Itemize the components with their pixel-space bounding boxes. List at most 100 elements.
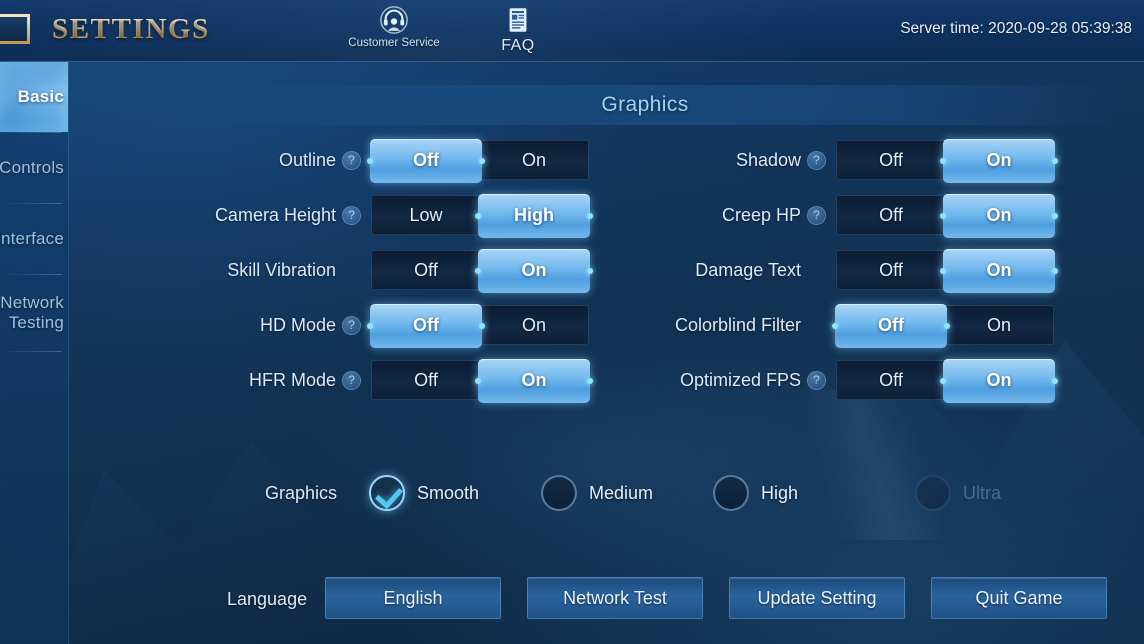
quality-option-label: Ultra xyxy=(963,482,1002,503)
sidebar-item-controls[interactable]: Controls xyxy=(0,133,68,203)
update-setting-button[interactable]: Update Setting xyxy=(729,577,905,619)
quality-option-label: Medium xyxy=(589,482,654,503)
toggle-option-off[interactable]: Off xyxy=(837,361,945,399)
toggle-option-on[interactable]: On xyxy=(480,141,588,179)
settings-content: Graphics Outline ? Off On Camera Height … xyxy=(69,62,1144,644)
customer-service-icon xyxy=(380,6,408,34)
back-button[interactable] xyxy=(0,14,30,44)
panel-title: Graphics xyxy=(601,93,689,116)
toggle-skill-vibration[interactable]: Off On xyxy=(371,249,593,293)
toggle-option-on[interactable]: On xyxy=(945,361,1053,399)
quality-option-label: High xyxy=(761,482,799,503)
toggle-optimized-fps[interactable]: Off On xyxy=(836,359,1058,403)
setting-row-outline: Outline ? Off On xyxy=(179,139,589,183)
top-header-bar: SETTINGS Customer Service FAQ Server tim… xyxy=(0,0,1144,62)
setting-row-skill-vibration: Skill Vibration Off On xyxy=(179,249,593,293)
radio-disabled-icon xyxy=(915,475,951,511)
toggle-option-low[interactable]: Low xyxy=(372,196,480,234)
server-time: Server time: 2020-09-28 05:39:38 xyxy=(900,20,1132,37)
quality-option-high[interactable]: High xyxy=(713,475,798,511)
toggle-camera-height[interactable]: Low High xyxy=(371,194,593,238)
toggle-option-on[interactable]: On xyxy=(945,141,1053,179)
sidebar-item-label: Network Testing xyxy=(0,293,64,332)
toggle-option-off[interactable]: Off xyxy=(837,251,945,289)
sidebar-item-interface[interactable]: Interface xyxy=(0,204,68,274)
customer-service-label: Customer Service xyxy=(348,37,440,49)
toggle-shadow[interactable]: Off On xyxy=(836,139,1058,183)
toggle-option-on[interactable]: On xyxy=(945,196,1053,234)
toggle-option-off[interactable]: Off xyxy=(372,251,480,289)
toggle-option-on[interactable]: On xyxy=(480,251,588,289)
toggle-option-off[interactable]: Off xyxy=(372,361,480,399)
toggle-option-on[interactable]: On xyxy=(945,251,1053,289)
faq-document-icon xyxy=(509,8,527,32)
faq-label: FAQ xyxy=(501,37,535,54)
graphics-quality-row: Graphics Smooth Medium High Ultra ? xyxy=(69,468,1144,518)
toggle-creep-hp[interactable]: Off On xyxy=(836,194,1058,238)
help-icon[interactable]: ? xyxy=(807,370,826,390)
toggle-option-on[interactable]: On xyxy=(945,306,1053,344)
language-label: Language xyxy=(227,589,308,609)
setting-label: Outline xyxy=(278,149,336,170)
setting-label: HFR Mode xyxy=(248,369,336,390)
settings-column-right: Shadow ? Off On Creep HP ? Off On Damage… xyxy=(634,139,1058,415)
settings-column-left: Outline ? Off On Camera Height ? Low Hig… xyxy=(179,139,593,415)
quality-option-smooth[interactable]: Smooth xyxy=(369,475,479,511)
toggle-option-off[interactable]: Off xyxy=(837,306,945,344)
radio-unchecked-icon[interactable] xyxy=(541,475,577,511)
toggle-option-on[interactable]: On xyxy=(480,361,588,399)
sidebar-divider xyxy=(0,351,62,352)
panel-header: Graphics xyxy=(180,85,1110,125)
setting-row-hd-mode: HD Mode ? Off On xyxy=(179,304,589,348)
setting-label: Damage Text xyxy=(695,259,801,280)
setting-row-hfr-mode: HFR Mode ? Off On xyxy=(179,359,593,403)
setting-label: Creep HP xyxy=(721,204,801,225)
help-icon[interactable]: ? xyxy=(342,315,361,335)
help-icon[interactable]: ? xyxy=(807,150,826,170)
sidebar-item-label: Interface xyxy=(0,229,64,249)
setting-row-colorblind-filter: Colorblind Filter Off On xyxy=(634,304,1054,348)
quit-game-button[interactable]: Quit Game xyxy=(931,577,1107,619)
toggle-option-off[interactable]: Off xyxy=(372,141,480,179)
language-select-button[interactable]: English xyxy=(325,577,501,619)
toggle-option-on[interactable]: On xyxy=(480,306,588,344)
help-icon[interactable]: ? xyxy=(342,150,361,170)
quality-option-label: Smooth xyxy=(417,482,480,503)
help-icon[interactable]: ? xyxy=(807,205,826,225)
header-tools: Customer Service FAQ xyxy=(338,5,544,55)
network-test-button[interactable]: Network Test xyxy=(527,577,703,619)
setting-row-shadow: Shadow ? Off On xyxy=(634,139,1058,183)
radio-checked-icon[interactable] xyxy=(369,475,405,511)
toggle-option-high[interactable]: High xyxy=(480,196,588,234)
sidebar-item-network-testing[interactable]: Network Testing xyxy=(0,275,68,351)
customer-service-button[interactable]: Customer Service xyxy=(338,5,450,49)
toggle-hd-mode[interactable]: Off On xyxy=(367,304,589,348)
setting-label: Colorblind Filter xyxy=(674,314,801,335)
setting-label: Optimized FPS xyxy=(679,369,801,390)
setting-label: Skill Vibration xyxy=(227,259,336,280)
radio-unchecked-icon[interactable] xyxy=(713,475,749,511)
toggle-option-off[interactable]: Off xyxy=(837,141,945,179)
page-title: SETTINGS xyxy=(52,13,210,45)
toggle-damage-text[interactable]: Off On xyxy=(836,249,1058,293)
setting-label: Camera Height xyxy=(214,204,336,225)
toggle-hfr-mode[interactable]: Off On xyxy=(371,359,593,403)
toggle-outline[interactable]: Off On xyxy=(367,139,589,183)
settings-screen: SETTINGS Customer Service FAQ Server tim… xyxy=(0,0,1144,644)
toggle-colorblind-filter[interactable]: Off On xyxy=(832,304,1054,348)
quality-option-medium[interactable]: Medium xyxy=(541,475,653,511)
setting-row-optimized-fps: Optimized FPS ? Off On xyxy=(634,359,1058,403)
setting-label: Shadow xyxy=(735,149,801,170)
faq-button[interactable]: FAQ xyxy=(492,5,544,55)
settings-sidebar: Basic Controls Interface Network Testing xyxy=(0,62,69,644)
setting-row-creep-hp: Creep HP ? Off On xyxy=(634,194,1058,238)
help-icon[interactable]: ? xyxy=(342,205,361,225)
toggle-option-off[interactable]: Off xyxy=(372,306,480,344)
bottom-action-bar: Language English Network Test Update Set… xyxy=(69,577,1144,625)
setting-row-damage-text: Damage Text Off On xyxy=(634,249,1058,293)
toggle-option-off[interactable]: Off xyxy=(837,196,945,234)
help-icon[interactable]: ? xyxy=(342,370,361,390)
sidebar-item-label: Controls xyxy=(0,158,64,178)
sidebar-item-basic[interactable]: Basic xyxy=(0,62,68,132)
sidebar-item-label: Basic xyxy=(17,87,64,107)
